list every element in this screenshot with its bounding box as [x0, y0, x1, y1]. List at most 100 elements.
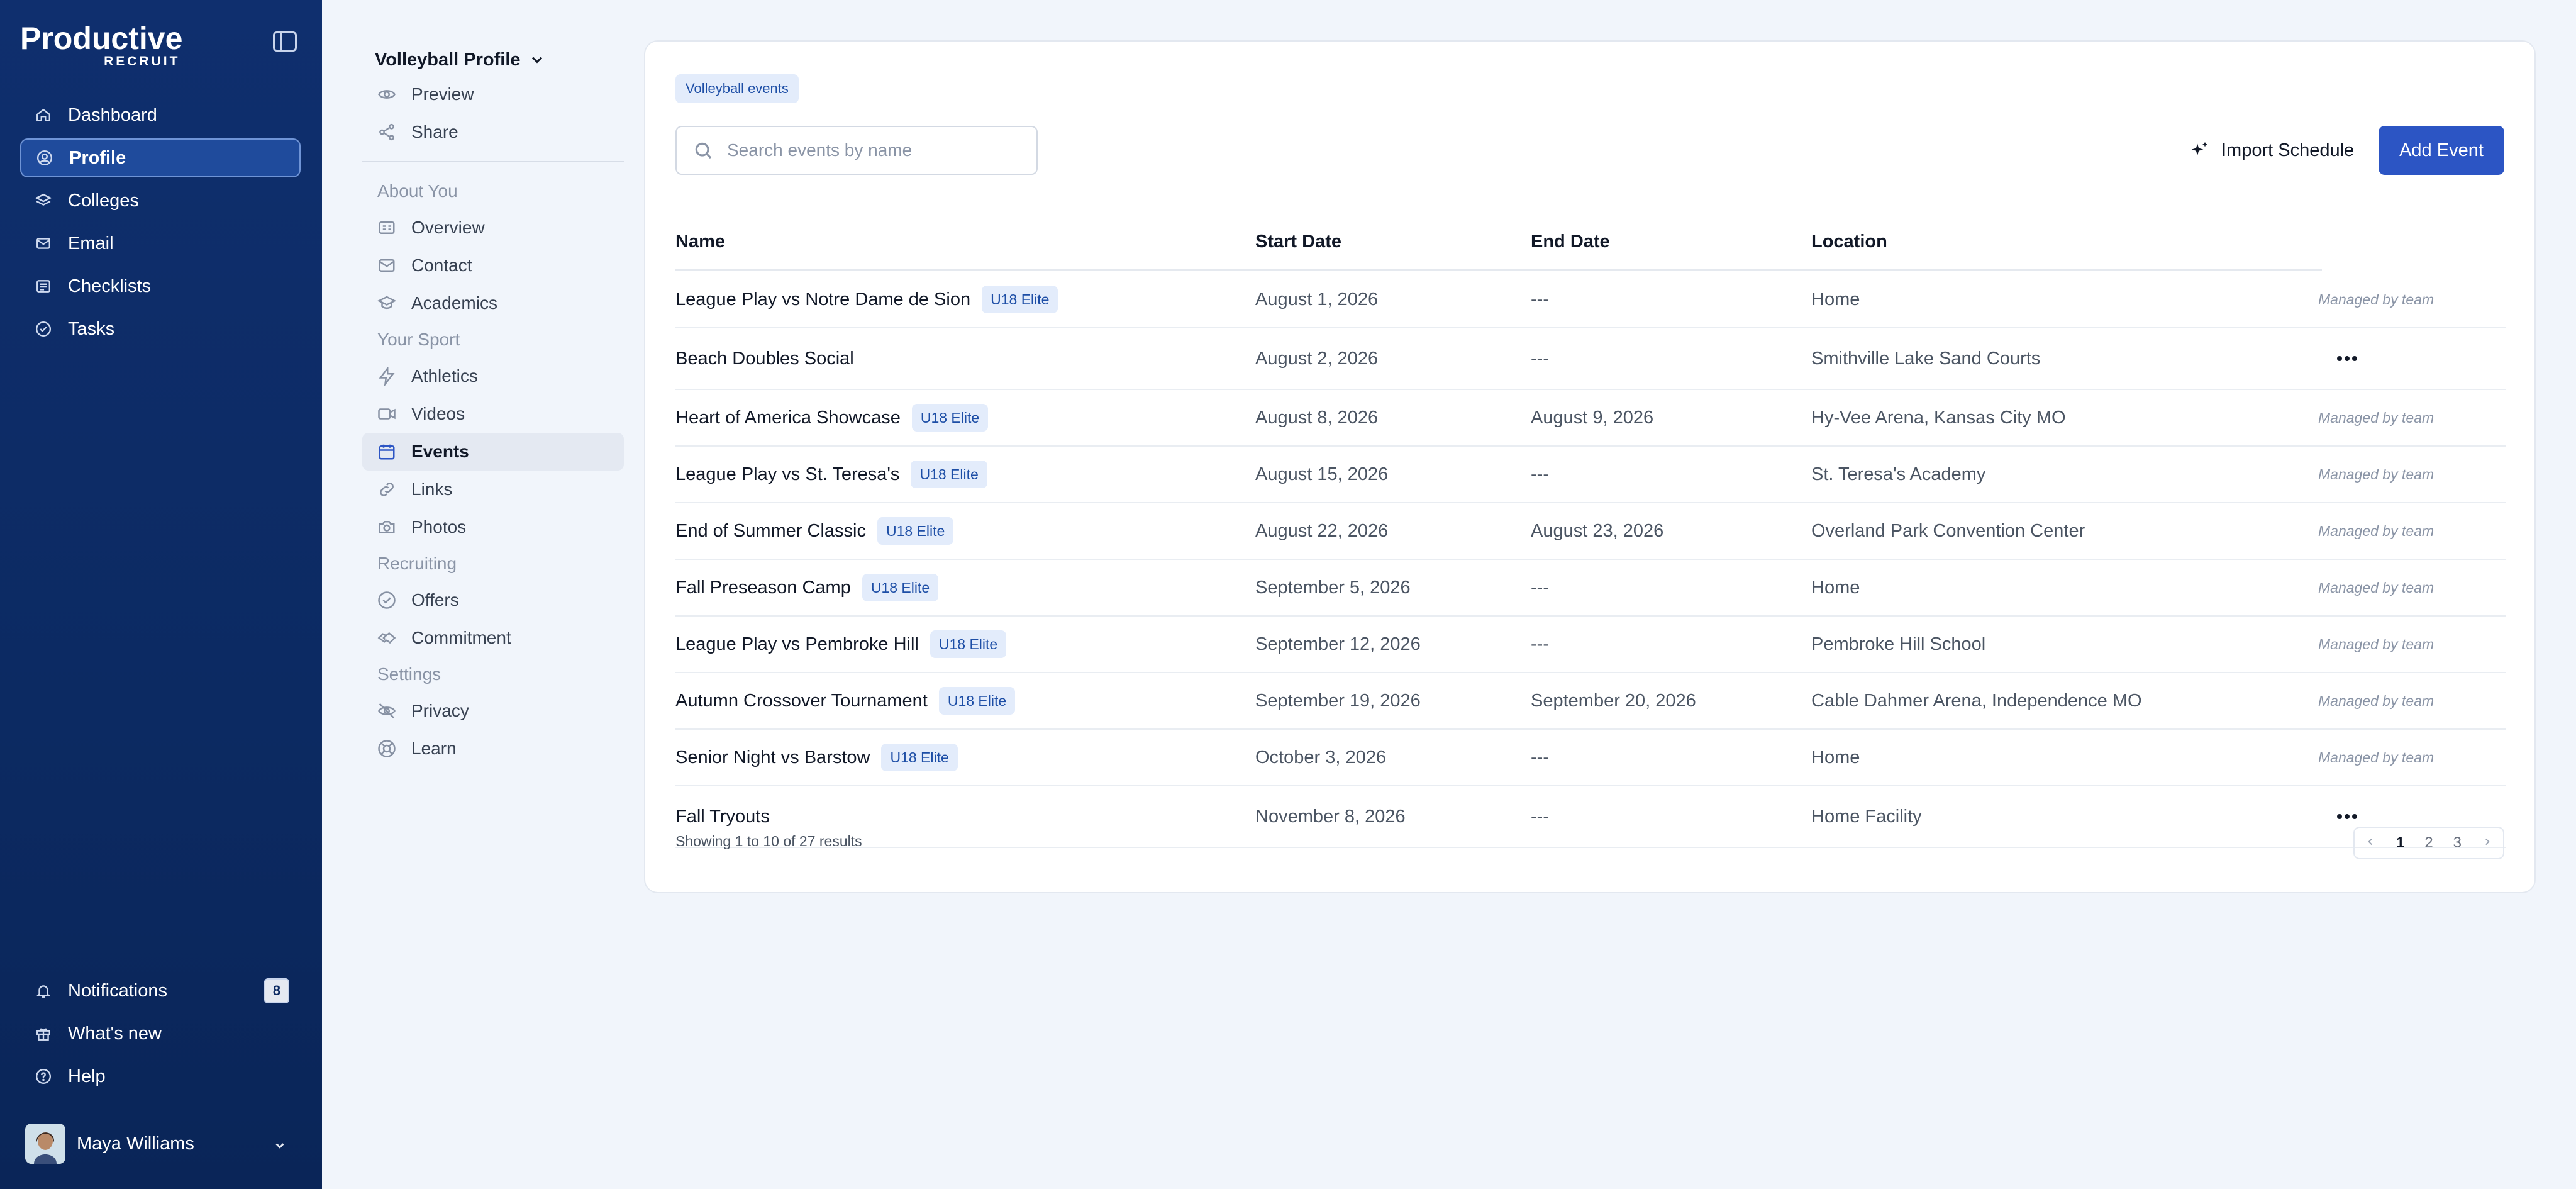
profile-switcher[interactable]: Volleyball Profile	[362, 44, 624, 75]
subnav-athletics[interactable]: Athletics	[362, 357, 624, 395]
pagination: 1 2 3	[2353, 827, 2504, 859]
notification-count-badge: 8	[264, 978, 289, 1003]
subnav-label: Athletics	[411, 366, 478, 386]
subnav-videos[interactable]: Videos	[362, 395, 624, 433]
subnav-contact[interactable]: Contact	[362, 247, 624, 284]
subnav-privacy[interactable]: Privacy	[362, 692, 624, 730]
logo[interactable]: Productive RECRUIT	[20, 21, 182, 69]
subnav-preview[interactable]: Preview	[362, 75, 624, 113]
table-header: Name Start Date End Date Location	[675, 215, 2322, 271]
secondary-nav: Notifications 8 What's new Help	[20, 971, 301, 1100]
table-row[interactable]: Heart of America Showcase U18 Elite Augus…	[675, 390, 2506, 447]
event-name[interactable]: League Play vs Pembroke Hill	[675, 634, 919, 655]
event-name[interactable]: Beach Doubles Social	[675, 349, 854, 369]
sparkles-icon	[2191, 142, 2207, 155]
nav-label: Help	[68, 1066, 106, 1086]
eye-off-icon	[378, 703, 396, 719]
layers-icon	[35, 193, 52, 209]
location: Home Facility	[1811, 806, 1922, 827]
table-row[interactable]: League Play vs Pembroke Hill U18 Elite Se…	[675, 617, 2506, 673]
subnav-academics[interactable]: Academics	[362, 284, 624, 322]
chevron-left-icon[interactable]	[2365, 834, 2376, 852]
managed-by-team-label: Managed by team	[2318, 635, 2434, 652]
table-row[interactable]: Fall Preseason Camp U18 Elite September 5…	[675, 560, 2506, 617]
share-icon	[379, 123, 394, 141]
logo-subtext: RECRUIT	[104, 54, 180, 69]
subnav-learn[interactable]: Learn	[362, 730, 624, 768]
nav-item-whats-new[interactable]: What's new	[20, 1014, 301, 1053]
page-2[interactable]: 2	[2424, 834, 2433, 852]
list-icon	[35, 278, 52, 294]
column-location[interactable]: Location	[1811, 232, 1887, 252]
nav-item-help[interactable]: Help	[20, 1057, 301, 1096]
nav-item-checklists[interactable]: Checklists	[20, 267, 301, 306]
table-row[interactable]: Beach Doubles Social August 2, 2026 --- …	[675, 328, 2506, 390]
nav-item-tasks[interactable]: Tasks	[20, 310, 301, 349]
start-date: September 5, 2026	[1255, 577, 1411, 598]
subnav-label: Privacy	[411, 701, 469, 720]
event-name[interactable]: Heart of America Showcase	[675, 408, 901, 428]
import-schedule-button[interactable]: Import Schedule	[2174, 126, 2371, 175]
team-badge: U18 Elite	[911, 461, 987, 488]
subnav-share[interactable]: Share	[362, 113, 624, 151]
subnav-events[interactable]: Events	[362, 433, 624, 471]
table-row[interactable]: Senior Night vs Barstow U18 Elite October…	[675, 730, 2506, 786]
column-start-date[interactable]: Start Date	[1255, 232, 1341, 252]
table-row[interactable]: Fall Tryouts November 8, 2026 --- Home F…	[675, 786, 2506, 848]
subnav-label: Commitment	[411, 628, 511, 647]
user-menu[interactable]: Maya Williams	[25, 1124, 296, 1164]
table-row[interactable]: Autumn Crossover Tournament U18 Elite Sep…	[675, 673, 2506, 730]
location: Pembroke Hill School	[1811, 634, 1986, 654]
table-row[interactable]: League Play vs Notre Dame de Sion U18 Eli…	[675, 272, 2506, 328]
page-1[interactable]: 1	[2396, 834, 2404, 852]
more-options-icon[interactable]	[2334, 346, 2360, 371]
event-name[interactable]: Autumn Crossover Tournament	[675, 691, 928, 712]
search-icon	[695, 142, 712, 159]
subnav-links[interactable]: Links	[362, 471, 624, 508]
import-label: Import Schedule	[2221, 140, 2355, 160]
subnav-commitment[interactable]: Commitment	[362, 619, 624, 657]
end-date: September 20, 2026	[1531, 690, 1696, 711]
nav-label: What's new	[68, 1023, 162, 1044]
nav-label: Tasks	[68, 318, 115, 339]
check-circle-icon	[35, 321, 52, 337]
table-row[interactable]: End of Summer Classic U18 Elite August 22…	[675, 503, 2506, 560]
more-options-icon[interactable]	[2334, 804, 2360, 829]
sidebar: Productive RECRUIT Dashboard Profile Col…	[0, 0, 322, 1189]
column-end-date[interactable]: End Date	[1531, 232, 1610, 252]
subnav-label: Academics	[411, 293, 497, 313]
team-badge: U18 Elite	[982, 286, 1058, 313]
event-name[interactable]: Fall Tryouts	[675, 807, 770, 827]
video-icon	[378, 408, 396, 420]
nav-item-email[interactable]: Email	[20, 224, 301, 263]
nav-item-dashboard[interactable]: Dashboard	[20, 96, 301, 135]
event-name[interactable]: League Play vs St. Teresa's	[675, 464, 899, 485]
table-row[interactable]: League Play vs St. Teresa's U18 Elite Aug…	[675, 447, 2506, 503]
subnav-offers[interactable]: Offers	[362, 581, 624, 619]
search-input[interactable]	[727, 140, 1029, 160]
page-3[interactable]: 3	[2453, 834, 2462, 852]
event-name[interactable]: League Play vs Notre Dame de Sion	[675, 289, 970, 310]
sidebar-toggle-icon[interactable]	[273, 31, 297, 52]
start-date: November 8, 2026	[1255, 806, 1406, 827]
subnav-label: Contact	[411, 255, 472, 275]
subnav-photos[interactable]: Photos	[362, 508, 624, 546]
subnav-overview[interactable]: Overview	[362, 209, 624, 247]
column-name[interactable]: Name	[675, 232, 725, 252]
nav-item-notifications[interactable]: Notifications 8	[20, 971, 301, 1010]
search-field[interactable]	[675, 126, 1038, 175]
chevron-right-icon[interactable]	[2482, 834, 2493, 852]
managed-by-team-label: Managed by team	[2318, 522, 2434, 539]
event-name[interactable]: Senior Night vs Barstow	[675, 747, 870, 768]
add-event-button[interactable]: Add Event	[2379, 126, 2504, 175]
help-circle-icon	[35, 1068, 52, 1085]
bell-icon	[35, 983, 52, 999]
nav-label: Notifications	[68, 980, 167, 1001]
primary-nav: Dashboard Profile Colleges Email Checkli…	[20, 96, 301, 352]
end-date: ---	[1531, 806, 1549, 827]
event-name[interactable]: End of Summer Classic	[675, 521, 866, 542]
mail-icon	[379, 259, 395, 272]
event-name[interactable]: Fall Preseason Camp	[675, 578, 851, 598]
nav-item-colleges[interactable]: Colleges	[20, 181, 301, 220]
nav-item-profile[interactable]: Profile	[20, 138, 301, 177]
